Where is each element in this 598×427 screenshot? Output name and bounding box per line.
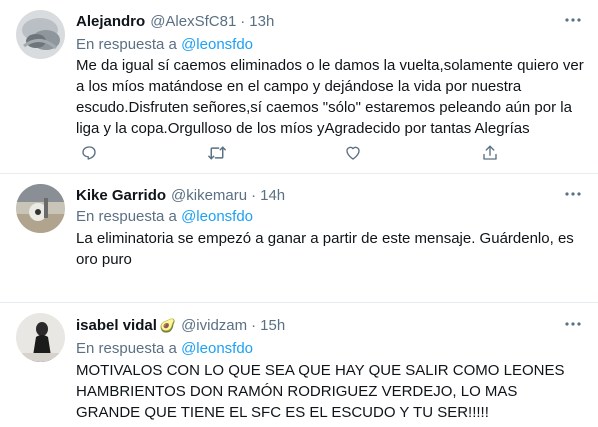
retweet-button[interactable] <box>206 142 228 164</box>
user-name[interactable]: Kike Garrido <box>76 186 166 205</box>
reply-mention-link[interactable]: @leonsfdo <box>181 36 253 53</box>
reply-prefix: En respuesta a <box>76 208 177 225</box>
retweet-icon <box>207 144 227 162</box>
avatar[interactable] <box>16 184 65 233</box>
reply-context: En respuesta a @leonsfdo <box>76 207 253 226</box>
share-button[interactable] <box>479 142 501 164</box>
avatar[interactable] <box>16 313 65 362</box>
more-horizontal-icon <box>565 192 581 196</box>
reply-context: En respuesta a @leonsfdo <box>76 35 253 54</box>
more-options-button[interactable] <box>562 314 584 334</box>
like-icon <box>344 144 362 162</box>
user-name[interactable]: isabel vidal <box>76 316 157 335</box>
separator-dot: · <box>251 317 257 334</box>
separator-dot: · <box>251 187 257 204</box>
tweet-reply[interactable]: isabel vidal 🥑 @ividzam · 15h En respues… <box>0 303 598 427</box>
user-handle[interactable]: @ividzam <box>181 316 247 335</box>
tweet-text: Me da igual sí caemos eliminados o le da… <box>76 57 584 137</box>
user-handle[interactable]: @AlexSfC81 <box>150 12 236 31</box>
reply-button[interactable] <box>78 142 100 164</box>
avocado-emoji-icon: 🥑 <box>159 318 177 333</box>
timestamp[interactable]: 13h <box>249 12 274 31</box>
share-icon <box>481 144 499 162</box>
timestamp[interactable]: 14h <box>260 186 285 205</box>
tweet-reply[interactable]: Kike Garrido @kikemaru · 14h En respuest… <box>0 174 598 300</box>
tweet-text: MOTIVALOS CON LO QUE SEA QUE HAY QUE SAL… <box>76 362 565 421</box>
tweet-actions <box>70 142 510 164</box>
more-options-button[interactable] <box>562 10 584 30</box>
user-handle[interactable]: @kikemaru <box>171 186 247 205</box>
reply-context: En respuesta a @leonsfdo <box>76 339 253 358</box>
reply-prefix: En respuesta a <box>76 340 177 357</box>
user-name[interactable]: Alejandro <box>76 12 145 31</box>
tweet-reply[interactable]: Alejandro @AlexSfC81 · 13h En respuesta … <box>0 0 598 173</box>
more-horizontal-icon <box>565 18 581 22</box>
reply-prefix: En respuesta a <box>76 36 177 53</box>
more-horizontal-icon <box>565 322 581 326</box>
reply-mention-link[interactable]: @leonsfdo <box>181 340 253 357</box>
reply-mention-link[interactable]: @leonsfdo <box>181 208 253 225</box>
like-button[interactable] <box>342 142 364 164</box>
more-options-button[interactable] <box>562 184 584 204</box>
separator-dot: · <box>240 13 246 30</box>
tweet-text: La eliminatoria se empezó a ganar a part… <box>76 230 574 268</box>
avatar[interactable] <box>16 10 65 59</box>
timestamp[interactable]: 15h <box>260 316 285 335</box>
reply-icon <box>80 144 98 162</box>
